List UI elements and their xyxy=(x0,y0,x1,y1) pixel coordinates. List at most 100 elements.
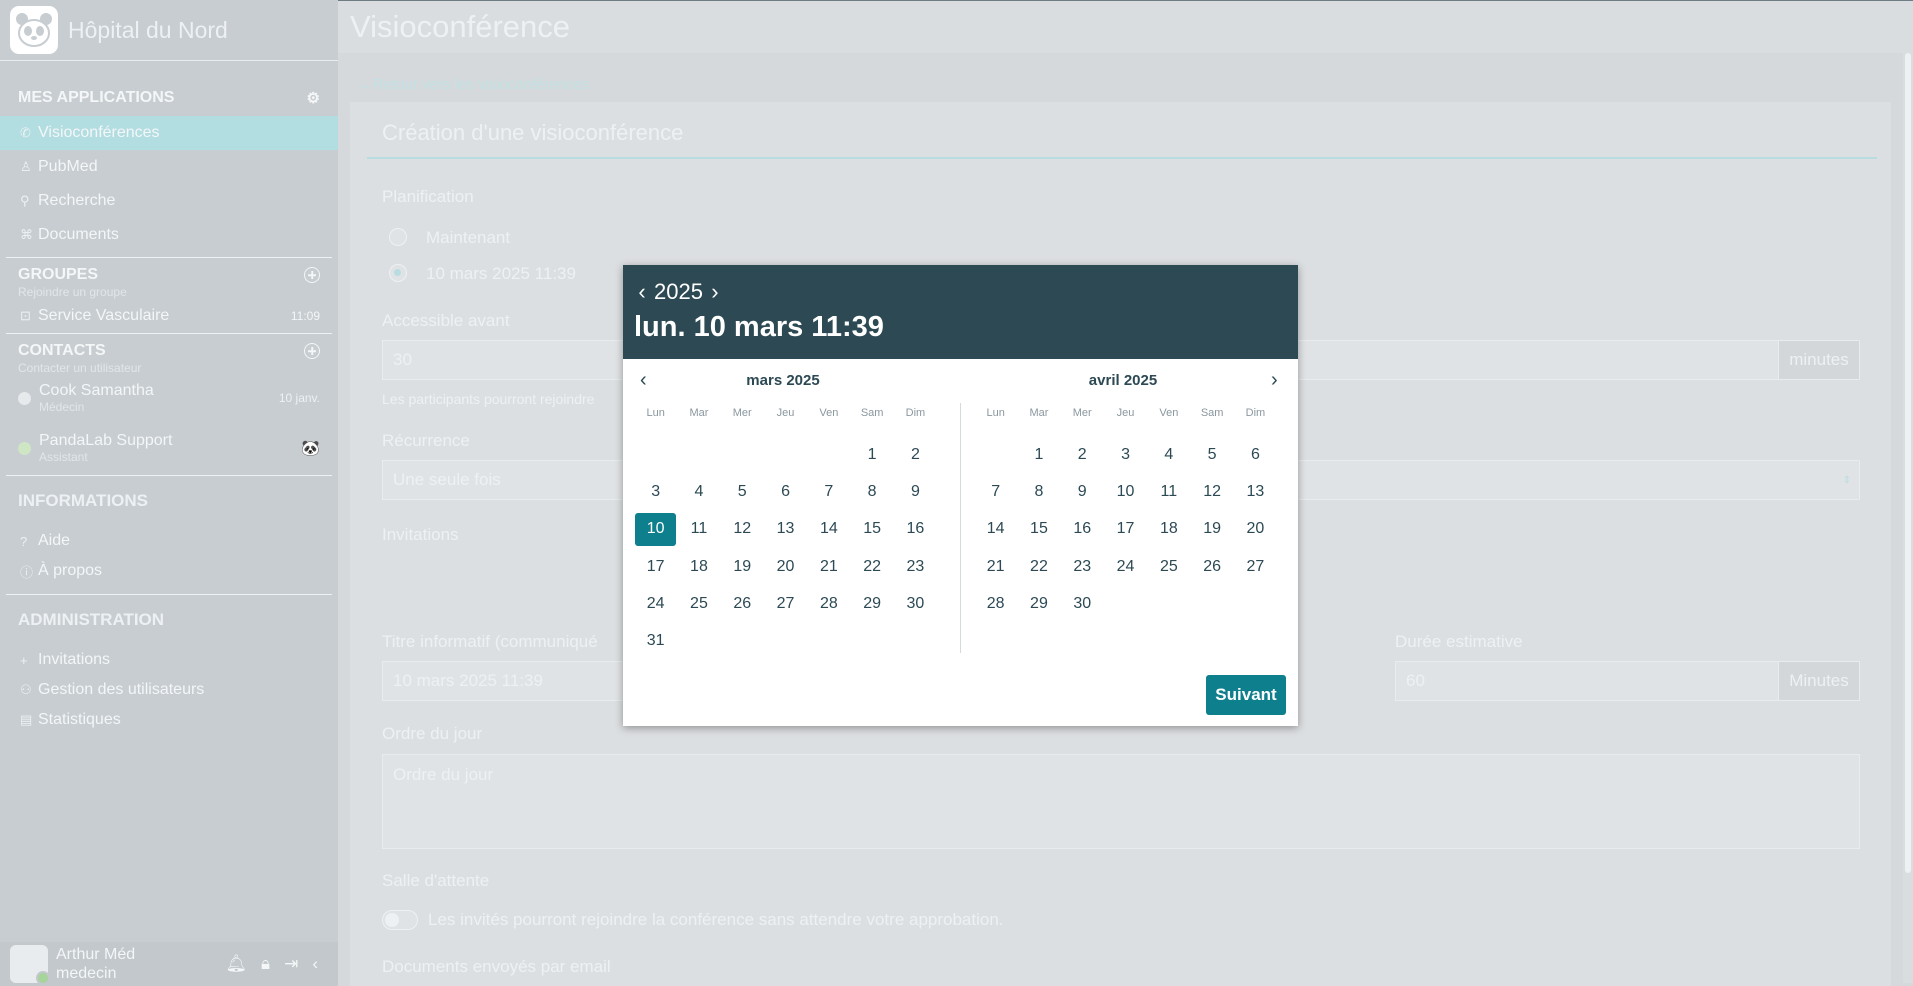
day-cell[interactable]: 13 xyxy=(1234,473,1277,510)
sidebar-item-statistiques[interactable]: ▤ Statistiques xyxy=(0,705,338,735)
day-cell[interactable]: 30 xyxy=(894,585,937,622)
day-cell[interactable]: 22 xyxy=(1017,548,1060,585)
sidebar-item-gestion-utilisateurs[interactable]: ⚇ Gestion des utilisateurs xyxy=(0,675,338,705)
duration-input[interactable]: 60 xyxy=(1395,661,1779,701)
day-cell[interactable]: 1 xyxy=(1017,436,1060,473)
day-cell[interactable]: 14 xyxy=(974,511,1017,548)
picker-year[interactable]: 2025 xyxy=(654,279,703,305)
day-cell[interactable]: 1 xyxy=(850,436,893,473)
contact-role: Assistant xyxy=(39,450,88,464)
day-cell[interactable]: 5 xyxy=(1190,436,1233,473)
day-cell[interactable]: 21 xyxy=(807,548,850,585)
day-cell[interactable]: 11 xyxy=(1147,473,1190,510)
day-cell[interactable]: 24 xyxy=(1104,548,1147,585)
day-cell[interactable]: 18 xyxy=(1147,511,1190,548)
day-cell[interactable]: 19 xyxy=(721,548,764,585)
day-cell[interactable]: 11 xyxy=(677,511,720,548)
next-button[interactable]: Suivant xyxy=(1206,675,1286,715)
day-cell[interactable]: 31 xyxy=(634,622,677,659)
chevron-left-icon[interactable]: ‹ xyxy=(634,279,650,305)
day-cell[interactable]: 24 xyxy=(634,585,677,622)
day-cell[interactable]: 16 xyxy=(894,511,937,548)
contacts-subtitle[interactable]: Contacter un utilisateur xyxy=(0,361,338,375)
radio-date[interactable] xyxy=(389,264,407,282)
add-group-icon[interactable] xyxy=(304,267,320,283)
day-cell[interactable]: 20 xyxy=(764,548,807,585)
day-cell[interactable]: 21 xyxy=(974,548,1017,585)
agenda-textarea[interactable]: Ordre du jour xyxy=(382,754,1860,849)
day-cell[interactable]: 22 xyxy=(850,548,893,585)
day-cell[interactable]: 2 xyxy=(1061,436,1104,473)
day-cell[interactable]: 10 xyxy=(1104,473,1147,510)
day-cell[interactable]: 8 xyxy=(850,473,893,510)
day-cell[interactable]: 23 xyxy=(894,548,937,585)
contact-item[interactable]: Cook Samantha Médecin 10 janv. xyxy=(0,375,338,421)
chevron-right-icon[interactable]: › xyxy=(707,279,723,305)
day-cell[interactable]: 4 xyxy=(1147,436,1190,473)
day-cell[interactable]: 12 xyxy=(721,511,764,548)
accessible-help: Les participants pourront rejoindre xyxy=(382,391,595,407)
day-cell[interactable]: 3 xyxy=(634,473,677,510)
day-cell[interactable]: 8 xyxy=(1017,473,1060,510)
day-cell[interactable]: 25 xyxy=(677,585,720,622)
day-cell[interactable]: 30 xyxy=(1061,585,1104,622)
contact-name: Cook Samantha xyxy=(39,382,154,399)
sidebar-item-a-propos[interactable]: ⓘ À propos xyxy=(0,556,338,586)
waiting-toggle[interactable] xyxy=(382,910,418,930)
sidebar-item-pubmed[interactable]: ♙ PubMed xyxy=(0,150,338,184)
gear-icon[interactable]: ⚙ xyxy=(307,89,320,107)
sidebar-item-invitations[interactable]: + Invitations xyxy=(0,645,338,675)
day-cell[interactable]: 29 xyxy=(850,585,893,622)
chevron-left-icon[interactable]: ‹ xyxy=(312,954,318,974)
avatar[interactable] xyxy=(10,945,50,985)
day-cell[interactable]: 27 xyxy=(1234,548,1277,585)
bell-icon[interactable]: 🔔︎ xyxy=(225,954,247,974)
lock-icon[interactable]: 🔒︎ xyxy=(261,954,270,974)
day-cell[interactable]: 19 xyxy=(1190,511,1233,548)
next-month-icon[interactable]: › xyxy=(1271,369,1278,392)
scrollbar[interactable] xyxy=(1903,53,1913,983)
day-cell[interactable]: 18 xyxy=(677,548,720,585)
day-cell[interactable]: 17 xyxy=(1104,511,1147,548)
day-cell[interactable]: 28 xyxy=(807,585,850,622)
day-cell[interactable]: 27 xyxy=(764,585,807,622)
day-cell[interactable]: 23 xyxy=(1061,548,1104,585)
day-cell[interactable]: 17 xyxy=(634,548,677,585)
day-cell[interactable]: 14 xyxy=(807,511,850,548)
day-cell[interactable]: 12 xyxy=(1190,473,1233,510)
day-cell[interactable]: 20 xyxy=(1234,511,1277,548)
sidebar-item-label: Invitations xyxy=(38,651,111,668)
day-cell[interactable]: 4 xyxy=(677,473,720,510)
group-item[interactable]: ⊡ Service Vasculaire 11:09 xyxy=(0,299,338,333)
day-cell[interactable]: 7 xyxy=(807,473,850,510)
day-cell[interactable]: 3 xyxy=(1104,436,1147,473)
day-cell-selected[interactable]: 10 xyxy=(635,512,677,546)
day-cell[interactable]: 7 xyxy=(974,473,1017,510)
day-cell[interactable]: 6 xyxy=(1234,436,1277,473)
logout-icon[interactable]: ⇥ xyxy=(284,954,298,974)
day-cell[interactable]: 25 xyxy=(1147,548,1190,585)
day-cell[interactable]: 26 xyxy=(1190,548,1233,585)
day-cell[interactable]: 26 xyxy=(721,585,764,622)
scrollbar-thumb[interactable] xyxy=(1905,53,1911,873)
day-cell[interactable]: 5 xyxy=(721,473,764,510)
groups-subtitle[interactable]: Rejoindre un groupe xyxy=(0,285,338,299)
day-cell[interactable]: 15 xyxy=(1017,511,1060,548)
day-cell[interactable]: 9 xyxy=(1061,473,1104,510)
add-contact-icon[interactable] xyxy=(304,343,320,359)
contact-item[interactable]: PandaLab Support Assistant 🐼 xyxy=(0,421,338,475)
day-cell[interactable]: 9 xyxy=(894,473,937,510)
back-link[interactable]: ←Retour vers les visioconférences xyxy=(358,76,590,93)
day-cell[interactable]: 16 xyxy=(1061,511,1104,548)
sidebar-item-documents[interactable]: ⌘ Documents xyxy=(0,218,338,252)
sidebar-item-visioconferences[interactable]: ✆ Visioconférences xyxy=(0,116,338,150)
day-cell[interactable]: 28 xyxy=(974,585,1017,622)
day-cell[interactable]: 13 xyxy=(764,511,807,548)
radio-now[interactable] xyxy=(389,228,407,246)
sidebar-item-recherche[interactable]: ⚲ Recherche xyxy=(0,184,338,218)
day-cell[interactable]: 6 xyxy=(764,473,807,510)
day-cell[interactable]: 2 xyxy=(894,436,937,473)
day-cell[interactable]: 29 xyxy=(1017,585,1060,622)
sidebar-item-aide[interactable]: ? Aide xyxy=(0,526,338,556)
day-cell[interactable]: 15 xyxy=(850,511,893,548)
